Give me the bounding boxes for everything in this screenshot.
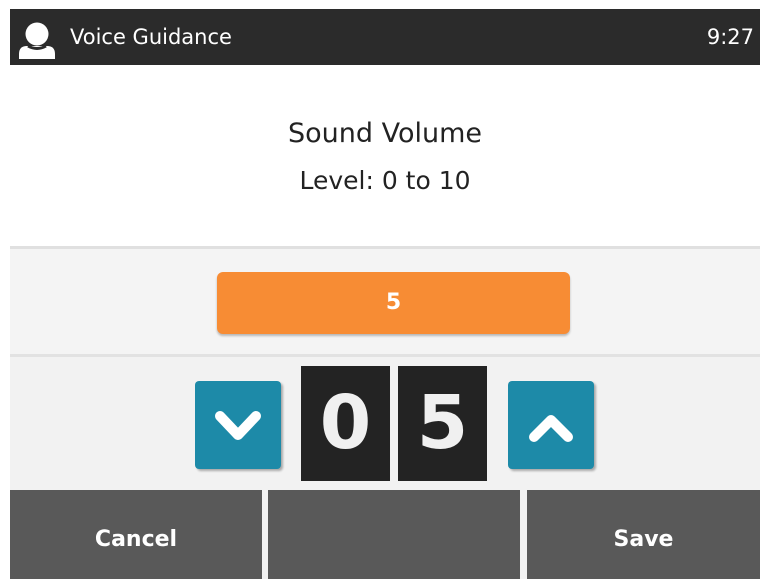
chevron-up-icon	[529, 415, 573, 442]
cancel-button[interactable]: Cancel	[10, 490, 262, 579]
clock: 9:27	[706, 25, 754, 49]
chevron-down-icon	[215, 411, 261, 440]
softkey-bar: Cancel Save	[10, 490, 760, 579]
volume-digit-tens: 0	[301, 366, 390, 481]
value-band: 5	[10, 249, 760, 357]
selected-value-bar[interactable]: 5	[217, 272, 570, 334]
setting-range: Level: 0 to 10	[299, 166, 471, 195]
decrease-button[interactable]	[195, 381, 281, 469]
setting-name: Sound Volume	[287, 118, 483, 149]
volume-digit-ones: 5	[398, 366, 487, 481]
increase-button[interactable]	[508, 381, 594, 469]
empty-softkey[interactable]	[268, 490, 520, 579]
info-panel: Sound Volume Level: 0 to 10	[10, 65, 760, 249]
user-icon	[19, 22, 55, 59]
screen-title: Voice Guidance	[70, 25, 232, 49]
save-button[interactable]: Save	[527, 490, 760, 579]
phone-screen: Voice Guidance 9:27 Sound Volume Level: …	[10, 9, 760, 579]
title-bar: Voice Guidance 9:27	[10, 9, 760, 65]
